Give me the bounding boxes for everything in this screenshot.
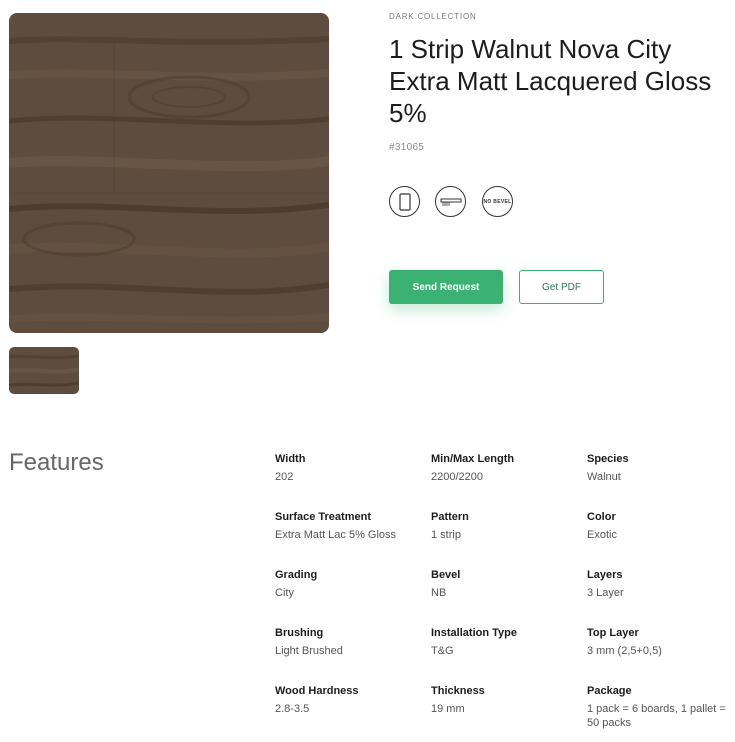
- collection-label: DARK COLLECTION: [389, 12, 477, 21]
- spec-label: Brushing: [275, 627, 324, 639]
- features-heading: Features: [9, 449, 104, 476]
- spec-label: Installation Type: [431, 627, 517, 639]
- spec-value: 3 mm (2,5+0,5): [587, 645, 662, 657]
- spec-thickness: Thickness 19 mm: [431, 684, 581, 716]
- spec-bevel: Bevel NB: [431, 568, 581, 600]
- spec-label: Color: [587, 511, 616, 523]
- spec-color: Color Exotic: [587, 510, 727, 542]
- spec-value: 1 pack = 6 boards, 1 pallet = 50 packs: [587, 703, 726, 729]
- spec-value: 2200/2200: [431, 471, 483, 483]
- spec-label: Bevel: [431, 569, 461, 581]
- spec-label: Wood Hardness: [275, 685, 359, 697]
- spec-value: City: [275, 587, 294, 599]
- no-bevel-icon: NO BEVEL: [482, 186, 513, 217]
- spec-value: NB: [431, 587, 447, 599]
- spec-label: Pattern: [431, 511, 469, 523]
- spec-species: Species Walnut: [587, 452, 727, 484]
- spec-value: 202: [275, 471, 294, 483]
- spec-value: 2.8-3.5: [275, 703, 310, 715]
- spec-pattern: Pattern 1 strip: [431, 510, 581, 542]
- spec-min-max-length: Min/Max Length 2200/2200: [431, 452, 581, 484]
- spec-value: Exotic: [587, 529, 617, 541]
- spec-layers: Layers 3 Layer: [587, 568, 727, 600]
- spec-wood-hardness: Wood Hardness 2.8-3.5: [275, 684, 425, 716]
- spec-installation-type: Installation Type T&G: [431, 626, 581, 658]
- spec-value: 3 Layer: [587, 587, 624, 599]
- spec-label: Surface Treatment: [275, 511, 371, 523]
- spec-brushing: Brushing Light Brushed: [275, 626, 425, 658]
- spec-label: Species: [587, 453, 629, 465]
- spec-label: Layers: [587, 569, 623, 581]
- product-thumbnail[interactable]: [9, 347, 79, 394]
- spec-value: 19 mm: [431, 703, 465, 715]
- spec-package: Package 1 pack = 6 boards, 1 pallet = 50…: [587, 684, 727, 730]
- spec-label: Thickness: [431, 685, 485, 697]
- no-bevel-label: NO BEVEL: [483, 198, 512, 205]
- spec-surface-treatment: Surface Treatment Extra Matt Lac 5% Glos…: [275, 510, 425, 542]
- spec-value: T&G: [431, 645, 454, 657]
- spec-value: Extra Matt Lac 5% Gloss: [275, 529, 397, 541]
- spec-width: Width 202: [275, 452, 425, 484]
- spec-top-layer: Top Layer 3 mm (2,5+0,5): [587, 626, 727, 658]
- spec-label: Min/Max Length: [431, 453, 515, 465]
- plank-icon: [389, 186, 420, 217]
- spec-value: Light Brushed: [275, 645, 343, 657]
- spec-grading: Grading City: [275, 568, 425, 600]
- get-pdf-button[interactable]: Get PDF: [519, 270, 604, 304]
- product-sku: #31065: [389, 142, 425, 153]
- spec-value: 1 strip: [431, 529, 461, 541]
- spec-label: Package: [587, 685, 632, 697]
- click-system-icon: [435, 186, 466, 217]
- send-request-button[interactable]: Send Request: [389, 270, 503, 304]
- spec-label: Width: [275, 453, 306, 465]
- product-main-image[interactable]: [9, 13, 329, 333]
- spec-label: Top Layer: [587, 627, 639, 639]
- product-title: 1 Strip Walnut Nova City Extra Matt Lacq…: [389, 34, 712, 128]
- spec-value: Walnut: [587, 471, 621, 483]
- spec-label: Grading: [275, 569, 318, 581]
